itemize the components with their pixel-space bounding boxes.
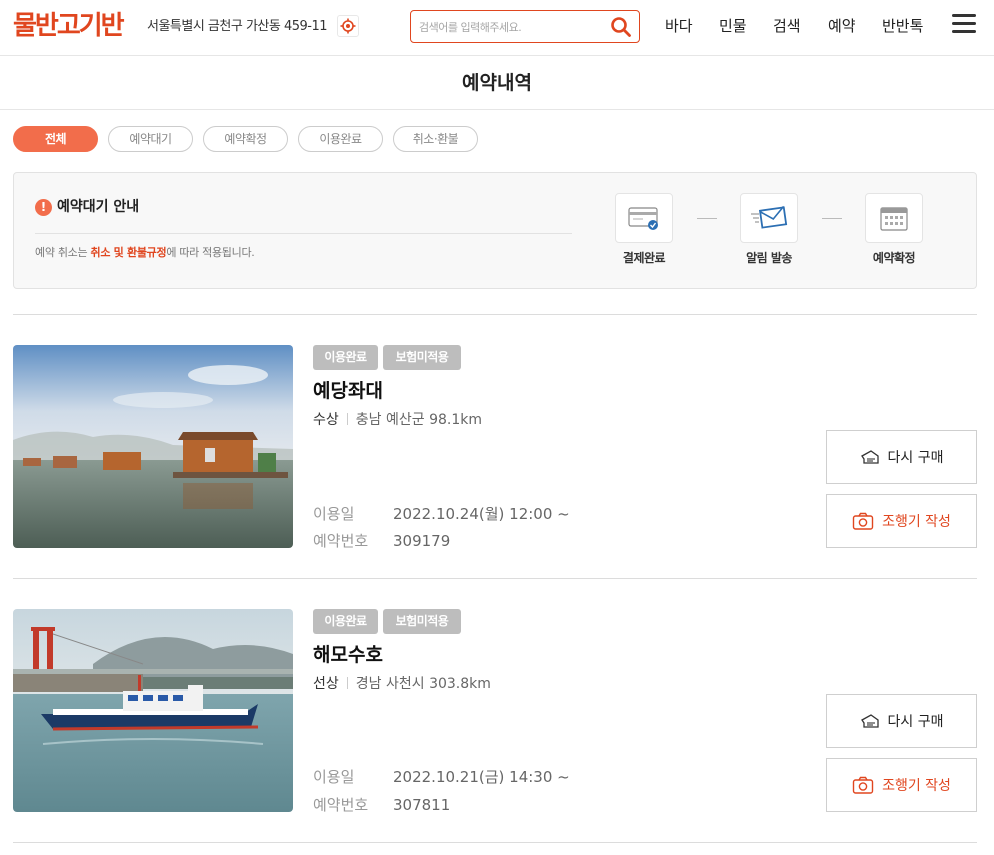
reservation-number-value: 307811 bbox=[393, 796, 451, 814]
write-review-button[interactable]: 조행기 작성 bbox=[826, 758, 977, 812]
status-badge: 이용완료 bbox=[313, 345, 378, 370]
nav-sea[interactable]: 바다 bbox=[665, 16, 693, 36]
page-title: 예약내역 bbox=[462, 72, 532, 94]
notice-text: 예약 취소는 취소 및 환불규정에 따라 적용됩니다. bbox=[35, 246, 255, 259]
alert-icon: ! bbox=[35, 198, 52, 216]
divider bbox=[13, 578, 977, 579]
camera-icon bbox=[852, 512, 874, 530]
insurance-badge: 보험미적용 bbox=[383, 345, 461, 370]
card-payment-icon bbox=[615, 193, 673, 243]
nav-freshwater[interactable]: 민물 bbox=[719, 16, 747, 36]
step-confirmed: 예약확정 bbox=[849, 193, 939, 266]
use-date-value: 2022.10.24(월) 12:00 ~ bbox=[393, 505, 570, 523]
location-target-icon[interactable] bbox=[337, 15, 359, 37]
reservation-thumbnail[interactable] bbox=[13, 609, 293, 812]
pending-notice: ! 예약대기 안내 예약 취소는 취소 및 환불규정에 따라 적용됩니다. 결제… bbox=[13, 172, 977, 289]
rebuy-button[interactable]: 다시 구매 bbox=[826, 430, 977, 484]
filter-cancel-refund[interactable]: 취소·환불 bbox=[393, 126, 478, 152]
reservation-thumbnail[interactable] bbox=[13, 345, 293, 548]
step-connector bbox=[822, 218, 842, 219]
reservation-meta: 선상 경남 사천시 303.8km bbox=[313, 676, 491, 692]
step-connector bbox=[697, 218, 717, 219]
nav-search[interactable]: 검색 bbox=[773, 16, 801, 36]
use-date-value: 2022.10.21(금) 14:30 ~ bbox=[393, 768, 570, 786]
ticket-icon bbox=[860, 448, 880, 466]
search-icon[interactable] bbox=[610, 16, 632, 38]
step-notification: 알림 발송 bbox=[724, 193, 814, 266]
camera-icon bbox=[852, 776, 874, 794]
reservation-name[interactable]: 해모수호 bbox=[313, 642, 383, 668]
ticket-icon bbox=[860, 712, 880, 730]
nav-banbantalk[interactable]: 반반톡 bbox=[882, 16, 923, 36]
notice-title: ! 예약대기 안내 bbox=[35, 198, 139, 216]
reservation-number-label: 예약번호 bbox=[313, 532, 369, 550]
calendar-icon bbox=[865, 193, 923, 243]
refund-policy-link[interactable]: 취소 및 환불규정 bbox=[91, 246, 167, 259]
insurance-badge: 보험미적용 bbox=[383, 609, 461, 634]
reservation-number-value: 309179 bbox=[393, 532, 451, 550]
write-review-button[interactable]: 조행기 작성 bbox=[826, 494, 977, 548]
use-date-label: 이용일 bbox=[313, 768, 355, 786]
reservation-meta: 수상 충남 예산군 98.1km bbox=[313, 412, 482, 428]
search-input[interactable] bbox=[419, 17, 609, 37]
status-badge: 이용완료 bbox=[313, 609, 378, 634]
reservation-name[interactable]: 예당좌대 bbox=[313, 378, 383, 404]
filter-pending[interactable]: 예약대기 bbox=[108, 126, 193, 152]
divider bbox=[35, 233, 572, 234]
header: 물반고기반 서울특별시 금천구 가산동 459-11 바다 민물 검색 예약 반… bbox=[0, 0, 994, 56]
step-payment: 결제완료 bbox=[599, 193, 689, 266]
filter-all[interactable]: 전체 bbox=[13, 126, 98, 152]
nav-reservation[interactable]: 예약 bbox=[828, 16, 856, 36]
use-date-label: 이용일 bbox=[313, 505, 355, 523]
filter-completed[interactable]: 이용완료 bbox=[298, 126, 383, 152]
divider bbox=[0, 109, 994, 110]
search-box bbox=[410, 10, 640, 43]
divider bbox=[13, 314, 977, 315]
divider bbox=[13, 842, 977, 843]
reservation-number-label: 예약번호 bbox=[313, 796, 369, 814]
current-address: 서울특별시 금천구 가산동 459-11 bbox=[147, 19, 328, 34]
rebuy-button[interactable]: 다시 구매 bbox=[826, 694, 977, 748]
filter-confirmed[interactable]: 예약확정 bbox=[203, 126, 288, 152]
logo[interactable]: 물반고기반 bbox=[13, 10, 125, 42]
mail-send-icon bbox=[740, 193, 798, 243]
hamburger-menu-icon[interactable] bbox=[952, 14, 976, 36]
